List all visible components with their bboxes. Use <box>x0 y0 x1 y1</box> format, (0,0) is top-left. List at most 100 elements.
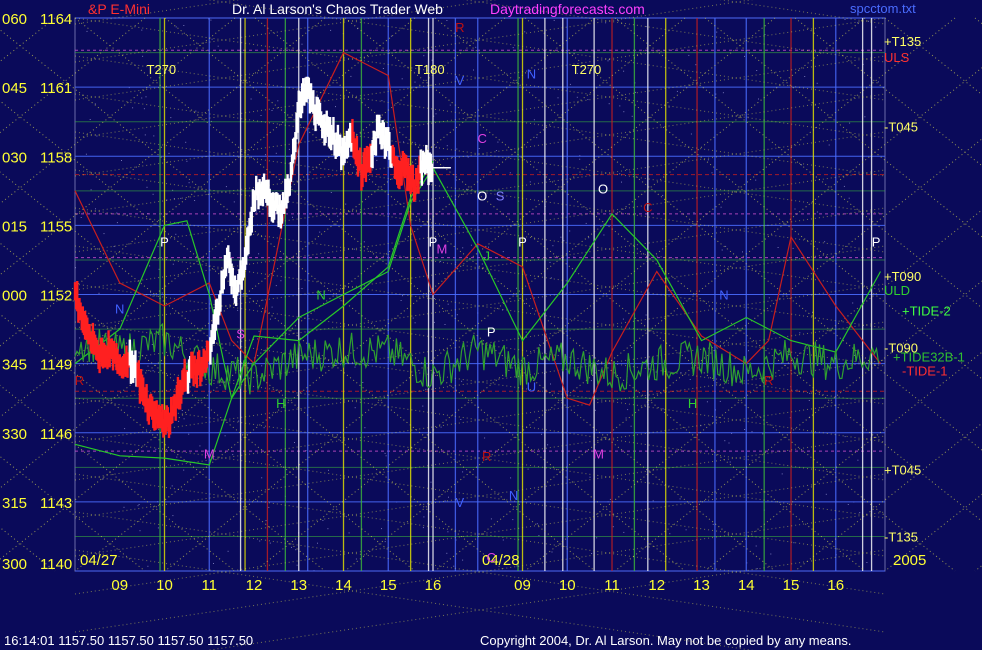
star-dot <box>440 426 442 428</box>
star-dot <box>401 78 403 80</box>
star-dot <box>809 392 811 394</box>
star-dot <box>473 69 474 71</box>
star-dot <box>237 309 239 311</box>
star-dot <box>481 263 483 265</box>
star-dot <box>596 537 598 539</box>
star-dot <box>430 292 431 294</box>
star-dot <box>605 22 607 24</box>
star-dot <box>525 331 527 333</box>
planet-label: O <box>598 182 608 197</box>
star-dot <box>161 292 163 294</box>
star-dot <box>631 115 633 117</box>
star-dot <box>260 115 262 116</box>
star-dot <box>690 133 692 135</box>
star-dot <box>385 455 387 457</box>
star-dot <box>444 500 446 502</box>
star-dot <box>619 105 621 107</box>
star-dot <box>402 295 403 297</box>
star-dot <box>330 192 332 193</box>
star-dot <box>153 135 155 137</box>
star-dot <box>509 172 511 174</box>
star-dot <box>550 383 551 385</box>
star-dot <box>685 529 687 531</box>
star-dot <box>152 193 154 195</box>
star-dot <box>550 277 552 279</box>
star-dot <box>113 246 115 247</box>
star-dot <box>587 99 589 100</box>
star-dot <box>547 444 549 446</box>
star-dot <box>589 476 591 478</box>
star-dot <box>475 46 477 48</box>
star-dot <box>591 553 593 554</box>
star-dot <box>484 437 486 439</box>
star-dot <box>676 90 678 92</box>
star-dot <box>447 531 449 533</box>
star-dot <box>490 518 492 520</box>
star-dot <box>348 532 350 534</box>
star-dot <box>808 400 810 401</box>
star-dot <box>188 182 190 184</box>
planet-label: V <box>456 495 465 510</box>
star-dot <box>362 382 364 383</box>
star-dot <box>688 54 690 56</box>
y-tick-angle: 030 <box>2 149 27 166</box>
star-dot <box>609 498 611 500</box>
star-dot <box>431 226 432 228</box>
star-dot <box>384 452 386 454</box>
star-dot <box>551 551 553 553</box>
star-dot <box>384 541 386 543</box>
site-link[interactable]: Daytradingforecasts.com <box>490 1 645 17</box>
star-dot <box>868 20 869 22</box>
right-label: +TIDE-2 <box>902 304 951 319</box>
star-dot <box>288 148 290 150</box>
planet-label: M <box>437 241 448 256</box>
star-dot <box>354 407 356 409</box>
star-dot <box>124 428 126 430</box>
star-dot <box>607 60 609 62</box>
star-dot <box>569 230 571 232</box>
chart-title: Dr. Al Larson's Chaos Trader Web <box>232 1 443 17</box>
star-dot <box>816 82 818 84</box>
star-dot <box>255 211 257 213</box>
star-dot <box>622 318 624 320</box>
star-dot <box>849 122 851 124</box>
star-dot <box>588 237 590 239</box>
right-label: +T135 <box>884 34 921 49</box>
star-dot <box>275 152 277 154</box>
star-dot <box>755 179 757 181</box>
star-dot <box>502 539 504 541</box>
star-dot <box>623 70 625 72</box>
x-tick-hour: 16 <box>827 577 844 594</box>
planet-label: P <box>518 235 527 250</box>
star-dot <box>143 108 145 110</box>
star-dot <box>335 106 336 108</box>
star-dot <box>412 317 414 319</box>
star-dot <box>722 92 724 94</box>
star-dot <box>444 324 446 325</box>
y-tick-angle: 015 <box>2 218 27 235</box>
star-dot <box>720 206 722 208</box>
planet-label: N <box>527 66 536 81</box>
star-dot <box>662 194 664 196</box>
star-dot <box>510 477 512 479</box>
star-dot <box>619 173 621 175</box>
star-dot <box>751 431 753 433</box>
star-dot <box>557 97 559 99</box>
star-dot <box>81 436 83 438</box>
star-dot <box>355 558 357 560</box>
star-dot <box>804 76 806 77</box>
planet-label: C <box>486 550 495 565</box>
x-tick-hour: 10 <box>559 577 576 594</box>
star-dot <box>390 35 392 37</box>
star-dot <box>123 506 125 508</box>
y-tick-angle: 045 <box>2 80 27 97</box>
star-dot <box>103 233 105 235</box>
y-tick-price: 1149 <box>40 357 72 374</box>
star-dot <box>265 154 266 156</box>
star-dot <box>79 337 81 339</box>
star-dot <box>269 542 271 544</box>
star-dot <box>552 245 554 247</box>
star-dot <box>155 448 157 450</box>
star-dot <box>693 212 695 214</box>
y-tick-price: 1161 <box>40 80 72 97</box>
